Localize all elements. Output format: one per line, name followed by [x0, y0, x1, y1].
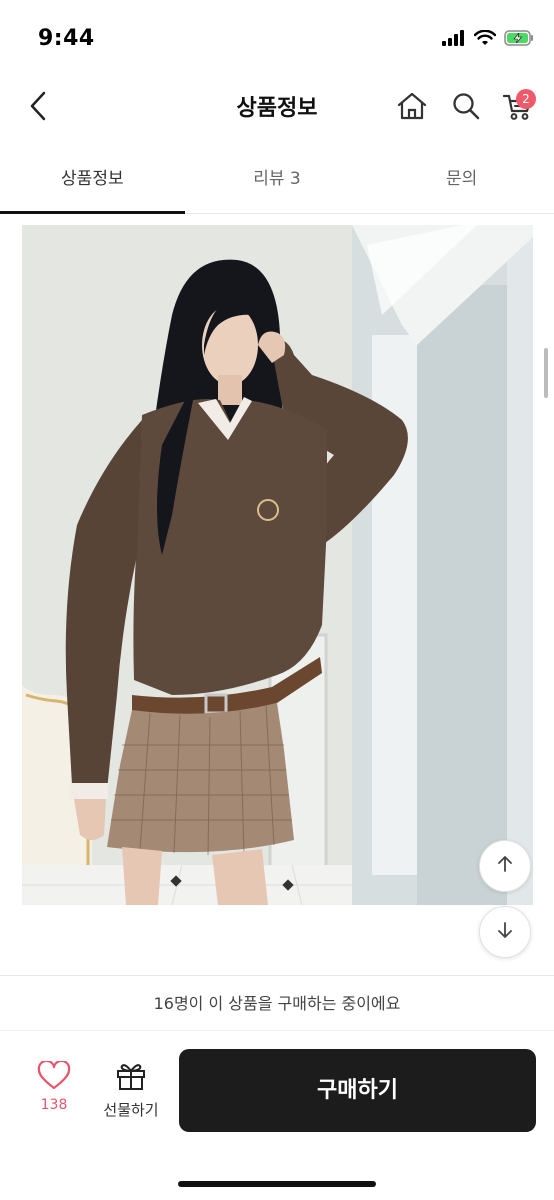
arrow-down-icon: [495, 920, 515, 944]
gift-icon: [115, 1064, 147, 1095]
tab-reviews[interactable]: 리뷰 3: [185, 146, 370, 213]
live-viewers-notice: 16명이 이 상품을 구매하는 중이에요: [0, 975, 554, 1031]
product-tabs: 상품정보 리뷰 3 문의: [0, 146, 554, 214]
gift-button[interactable]: 선물하기: [96, 1061, 166, 1123]
scroll-to-top-button[interactable]: [479, 840, 531, 892]
search-icon: [451, 91, 481, 125]
scroll-to-bottom-button[interactable]: [479, 906, 531, 958]
product-photo: [22, 225, 533, 905]
bottom-action-bar: 138 선물하기 구매하기: [0, 1031, 554, 1200]
signal-icon: [442, 30, 466, 50]
buy-button[interactable]: 구매하기: [179, 1049, 536, 1132]
status-time: 9:44: [38, 26, 95, 51]
home-indicator: [178, 1181, 376, 1187]
search-button[interactable]: [448, 88, 484, 128]
cart-button[interactable]: 2: [500, 88, 536, 128]
wifi-icon: [473, 29, 497, 50]
scrollbar-thumb[interactable]: [544, 348, 548, 398]
status-icons: [442, 29, 534, 50]
header: 상품정보 2: [0, 80, 554, 136]
home-icon: [396, 91, 428, 125]
like-count: 138: [40, 1097, 68, 1113]
arrow-up-icon: [495, 854, 515, 878]
status-bar: 9:44: [0, 0, 554, 80]
tab-product-info[interactable]: 상품정보: [0, 146, 185, 214]
cart-count-badge: 2: [516, 89, 536, 109]
gift-label: 선물하기: [103, 1101, 159, 1119]
home-button[interactable]: [394, 88, 430, 128]
heart-icon: [37, 1059, 71, 1095]
battery-charging-icon: [504, 30, 534, 50]
tab-inquiry[interactable]: 문의: [369, 146, 554, 213]
like-button[interactable]: 138: [26, 1059, 82, 1123]
